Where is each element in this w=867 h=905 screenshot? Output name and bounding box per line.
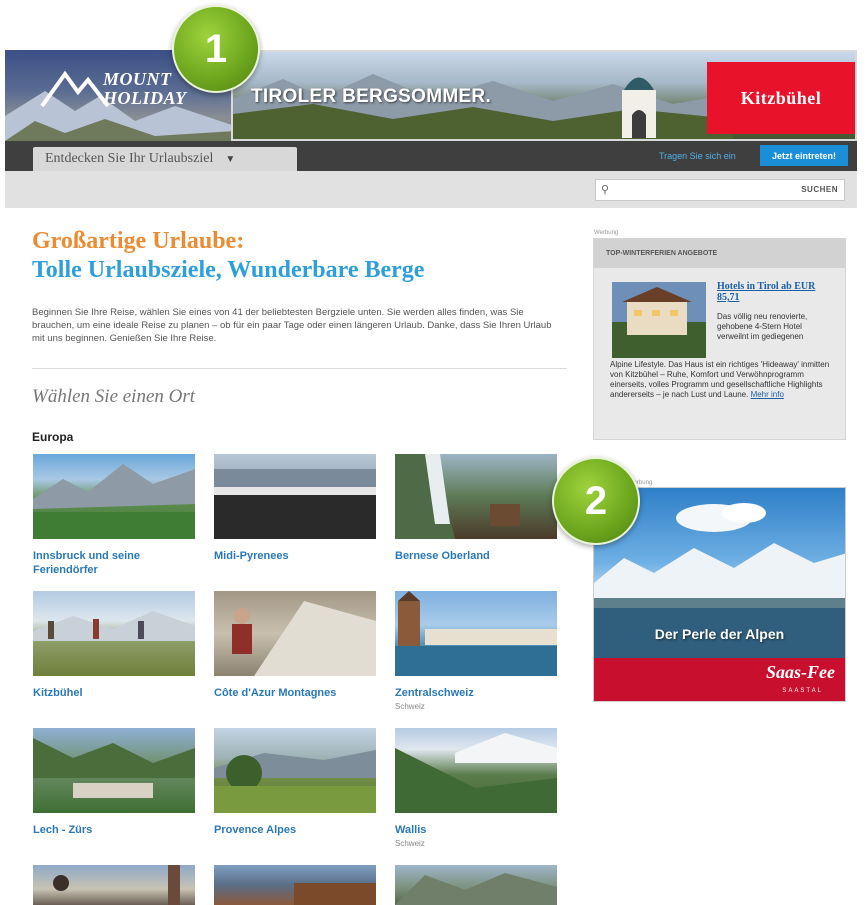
destination-photo-art — [53, 865, 180, 905]
destination-link[interactable]: Kitzbühel — [33, 686, 203, 700]
chevron-down-icon: ▼ — [225, 153, 236, 165]
destination-photo-art — [33, 464, 195, 539]
destination-image[interactable] — [214, 865, 376, 905]
destination-image[interactable] — [214, 728, 376, 813]
ad-caption: Der Perle der Alpen — [654, 626, 785, 642]
search-input[interactable] — [618, 182, 792, 200]
destination-photo-art — [395, 873, 557, 905]
ad-brand-sub: SAASTAL — [782, 688, 823, 694]
destination-link[interactable]: Wallis — [395, 823, 565, 837]
hotel-image[interactable] — [612, 282, 706, 358]
chapel-image — [622, 77, 656, 138]
destination-photo-art — [294, 883, 376, 905]
destination-photo-art — [214, 469, 376, 539]
offer-text: Das völlig neu renovierte, gehobene 4-St… — [717, 312, 808, 341]
header-banner-ad[interactable]: TIROLER BERGSOMMER. Kitzbühel — [231, 50, 857, 141]
destination-photo-art — [395, 733, 557, 813]
destination-image[interactable] — [395, 591, 557, 676]
page-headline-2: Tolle Urlaubsziele, Wunderbare Berge — [32, 257, 425, 283]
destination-image[interactable] — [214, 454, 376, 539]
destination-photo-art — [33, 611, 195, 641]
join-button[interactable]: Jetzt eintreten! — [760, 145, 848, 166]
destination-link[interactable]: Midi-Pyrenees — [214, 549, 384, 563]
callout-marker-2: 2 — [552, 457, 640, 545]
offers-box: TOP-WINTERFERIEN ANGEBOTE Hotels in Tiro… — [593, 238, 846, 440]
destination-image[interactable] — [33, 865, 195, 905]
search-icon: ⚲ — [601, 184, 610, 196]
page-headline-1: Großartige Urlaube: — [32, 228, 245, 254]
destination-link[interactable]: Zentralschweiz — [395, 686, 565, 700]
offers-title: TOP-WINTERFERIEN ANGEBOTE — [594, 239, 845, 268]
destination-image[interactable] — [395, 865, 557, 905]
ad-label: Werbung — [594, 230, 619, 236]
destination-image[interactable] — [33, 728, 195, 813]
destination-image[interactable] — [214, 591, 376, 676]
destination-image[interactable] — [395, 454, 557, 539]
destination-photo-art — [232, 601, 376, 676]
region-label: Europa — [32, 430, 74, 444]
site-header: MOUNT HOLIDAY TIROLER BERGSOMMER. Kitzbü… — [5, 50, 857, 141]
destination-image[interactable] — [395, 728, 557, 813]
ad-brand-strip: Saas-Fee SAASTAL — [594, 658, 845, 701]
destination-image[interactable] — [33, 454, 195, 539]
destination-country: Schweiz — [395, 839, 425, 848]
register-link[interactable]: Tragen Sie sich ein — [659, 151, 736, 161]
search-button[interactable]: SUCHEN — [801, 185, 838, 194]
search-box: ⚲ SUCHEN — [595, 179, 845, 201]
destination-photo-art — [214, 750, 376, 813]
divider — [32, 368, 567, 369]
logo-mountain-icon — [40, 70, 110, 108]
destination-link[interactable]: Provence Alpes — [214, 823, 384, 837]
more-info-link[interactable]: Mehr info — [751, 390, 784, 399]
banner-brand-logo: Kitzbühel — [707, 62, 855, 134]
destination-link[interactable]: Innsbruck und seine Feriendörfer — [33, 549, 203, 577]
banner-headline: TIROLER BERGSOMMER. — [251, 86, 492, 107]
intro-text: Beginnen Sie Ihre Reise, wählen Sie eine… — [32, 307, 552, 344]
main-nav: Entdecken Sie Ihr Urlaubsziel ▼ Tragen S… — [5, 141, 857, 171]
destination-dropdown-label: Entdecken Sie Ihr Urlaubsziel — [45, 151, 214, 166]
offer-text-continued: Alpine Lifestyle. Das Haus ist ein richt… — [610, 360, 835, 400]
logo-line-1: MOUNT — [103, 69, 172, 89]
destination-country: Schweiz — [395, 702, 425, 711]
search-bar: ⚲ SUCHEN — [5, 171, 857, 208]
destination-dropdown[interactable]: Entdecken Sie Ihr Urlaubsziel ▼ — [33, 147, 297, 171]
offer-text-body: Alpine Lifestyle. Das Haus ist ein richt… — [610, 360, 830, 399]
section-title: Wählen Sie einen Ort — [32, 386, 196, 407]
ad-brand-logo: Saas-Fee — [766, 662, 835, 682]
logo-line-2: HOLIDAY — [103, 88, 187, 108]
destination-photo-art — [33, 738, 195, 798]
destination-link[interactable]: Lech - Zürs — [33, 823, 203, 837]
destination-link[interactable]: Côte d'Azur Montagnes — [214, 686, 384, 700]
callout-marker-1: 1 — [172, 5, 260, 93]
destination-photo-art — [395, 591, 557, 676]
destination-image[interactable] — [33, 591, 195, 676]
destination-link[interactable]: Bernese Oberland — [395, 549, 565, 563]
destination-photo-art — [395, 454, 520, 539]
offer-link[interactable]: Hotels in Tirol ab EUR 85,71 — [717, 281, 829, 303]
